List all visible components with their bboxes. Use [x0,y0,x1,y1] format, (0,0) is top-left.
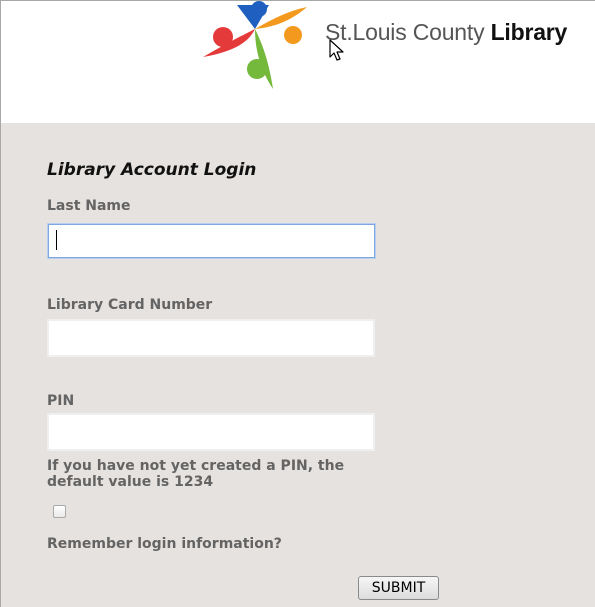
login-panel [1,123,595,607]
card-number-label: Library Card Number [47,297,213,313]
pin-hint: If you have not yet created a PIN, the d… [47,458,345,490]
site-header: St.Louis County Library [1,1,595,123]
logo-blue-dot [251,1,267,17]
form-title: Library Account Login [47,160,257,180]
text-caret [56,230,57,250]
logo-green-dot [247,59,267,79]
last-name-input[interactable] [48,224,375,258]
pin-input[interactable] [47,413,375,451]
library-name: St.Louis County Library [325,19,567,46]
library-name-regular: St.Louis County [325,19,485,45]
library-name-bold: Library [490,19,568,45]
remember-label[interactable]: Remember login information? [47,536,282,552]
submit-button[interactable]: SUBMIT [358,576,439,600]
logo-green-stroke [255,29,273,89]
card-number-input[interactable] [47,319,375,357]
pin-label: PIN [47,393,75,409]
last-name-label: Last Name [47,198,131,214]
remember-checkbox[interactable] [53,505,66,518]
logo-red-dot [213,27,233,47]
mouse-pointer-icon [329,39,344,61]
library-logo-icon [203,1,307,89]
logo-orange-dot [284,26,302,44]
